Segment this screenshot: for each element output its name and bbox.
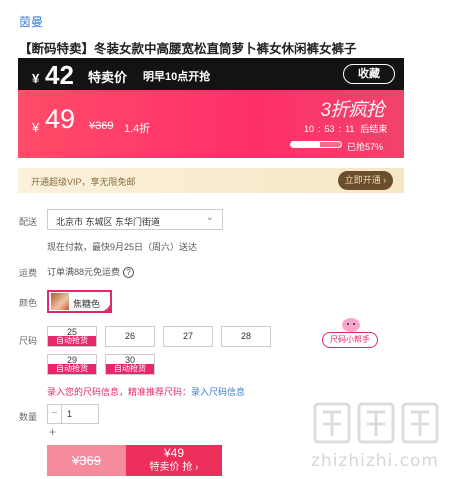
original-price-button[interactable]: ¥369	[47, 445, 126, 476]
quantity-plus-button[interactable]: +	[49, 425, 56, 439]
countdown-sep-2: :	[338, 124, 342, 134]
current-price: 49	[45, 104, 76, 134]
help-icon[interactable]: ?	[123, 267, 135, 279]
mascot-eye	[353, 323, 355, 325]
measure-hint-text: 录入您的尺码信息，精准推荐尺码：	[47, 387, 192, 397]
helper-mascot-icon	[342, 318, 360, 332]
sale-schedule: 明早10点开抢	[143, 71, 211, 83]
sold-progress-fill	[291, 142, 320, 147]
size-option-27[interactable]: 27	[163, 326, 213, 347]
special-price: 42	[45, 60, 74, 90]
size-helper-button[interactable]: 尺码小帮手	[322, 332, 378, 348]
countdown-minutes: 53	[324, 124, 335, 134]
size-option-26[interactable]: 26	[105, 326, 155, 347]
shipping-info: 订单满88元免运费?	[47, 265, 135, 279]
special-label: 特卖价	[88, 70, 128, 85]
watermark-logo	[313, 402, 439, 444]
special-price-bar: ¥ 42 特卖价 明早10点开抢 收藏	[18, 58, 404, 90]
shipping-label: 运费	[19, 268, 38, 278]
countdown-timer: 10:53:11 后结束	[304, 122, 387, 135]
countdown-sep-1: :	[318, 124, 321, 134]
brand-link[interactable]: 茵曼	[19, 13, 43, 30]
watermark-text: zhizhizhi.com	[311, 451, 439, 471]
size-option-25[interactable]: 25 自动抢货	[47, 326, 97, 347]
countdown-suffix: 后结束	[360, 124, 388, 134]
mascot-eye	[347, 323, 349, 325]
chevron-right-icon: ›	[383, 175, 387, 185]
auto-grab-tag: 自动抢货	[106, 364, 154, 374]
delivery-label: 配送	[19, 217, 38, 227]
size-option-28[interactable]: 28	[221, 326, 271, 347]
auto-grab-tag: 自动抢货	[48, 336, 96, 346]
measure-hint: 录入您的尺码信息，精准推荐尺码：录入尺码信息	[47, 385, 245, 398]
special-currency: ¥	[32, 71, 40, 86]
size-helper[interactable]: 尺码小帮手	[322, 318, 378, 350]
quantity-minus-button[interactable]: −	[48, 405, 62, 423]
size-label: 尺码	[19, 336, 38, 346]
vip-banner: 开通超级VIP，享无限免邮 立即开通 ›	[18, 168, 404, 193]
size-option-29[interactable]: 29 自动抢货	[47, 354, 97, 375]
chevron-down-icon: ⌄	[205, 212, 214, 223]
flash-sale-label: 3折疯抢	[320, 100, 385, 121]
auto-grab-tag: 自动抢货	[48, 364, 96, 374]
color-option-caramel[interactable]: 焦糖色 ✓	[47, 290, 112, 313]
vip-open-button[interactable]: 立即开通 ›	[338, 171, 393, 190]
discount-text: 1.4折	[124, 123, 151, 135]
color-option-name: 焦糖色	[73, 299, 101, 309]
countdown-hours: 10	[304, 124, 315, 134]
check-icon: ✓	[104, 306, 110, 312]
original-price: ¥369	[89, 120, 113, 132]
original-price-text: ¥369	[72, 453, 101, 468]
buy-now-button[interactable]: ¥49 特卖价 抢 ›	[126, 445, 222, 476]
vip-open-label: 立即开通	[344, 175, 381, 185]
color-swatch-image	[51, 293, 69, 310]
sold-progress-bar	[290, 141, 342, 148]
quantity-label: 数量	[19, 412, 38, 422]
color-label: 颜色	[19, 298, 38, 308]
vip-text: 开通超级VIP，享无限免邮	[31, 177, 136, 187]
quantity-input[interactable]	[63, 405, 99, 423]
buy-label: 特卖价 抢 ›	[149, 462, 199, 473]
shipping-text: 订单满88元免运费	[47, 267, 121, 277]
quantity-stepper: −	[47, 404, 99, 424]
countdown-seconds: 11	[345, 124, 355, 134]
price-panel: ¥ 49 ¥369 1.4折 3折疯抢 10:53:11 后结束 已抢57%	[18, 90, 404, 158]
address-value: 北京市 东城区 东华门街道	[56, 217, 161, 227]
buy-price: ¥49	[163, 446, 185, 460]
measure-link[interactable]: 录入尺码信息	[191, 387, 245, 397]
sold-progress-text: 已抢57%	[347, 142, 384, 152]
delivery-eta: 现在付款，最快9月25日（周六）送达	[47, 242, 198, 252]
size-option-30[interactable]: 30 自动抢货	[105, 354, 155, 375]
favorite-button[interactable]: 收藏	[343, 64, 395, 84]
product-title: 【断码特卖】冬装女款中高腰宽松直筒萝卜裤女休闲裤女裤子	[19, 42, 357, 56]
address-select[interactable]: 北京市 东城区 东华门街道 ⌄	[47, 209, 223, 230]
original-price-value: 369	[95, 120, 114, 132]
price-currency: ¥	[32, 120, 40, 135]
